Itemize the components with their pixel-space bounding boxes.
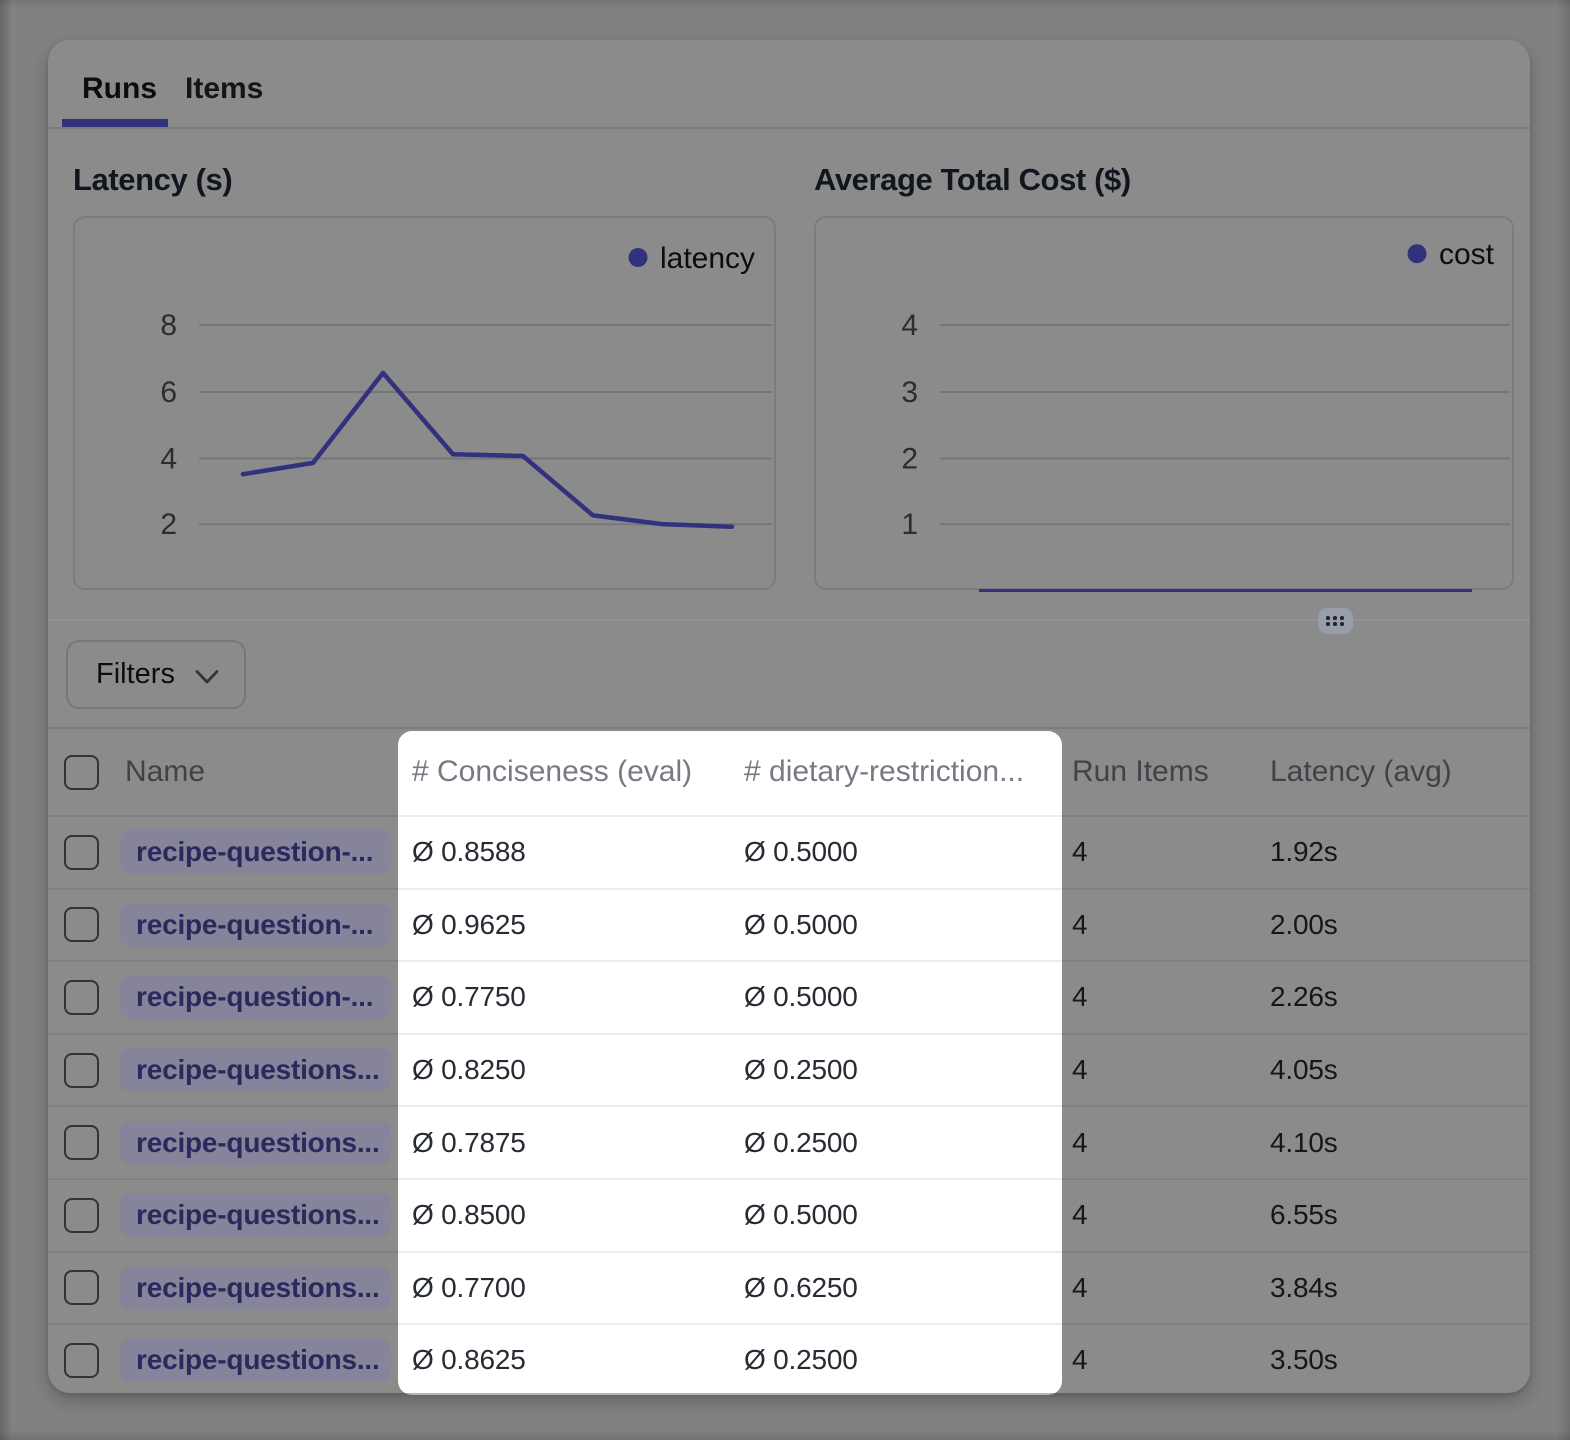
svg-text:2: 2 — [901, 443, 918, 476]
svg-text:latency: latency — [660, 242, 755, 275]
svg-text:3: 3 — [901, 376, 918, 409]
svg-text:2: 2 — [160, 508, 177, 541]
svg-text:cost: cost — [1439, 238, 1495, 271]
svg-text:6: 6 — [160, 376, 177, 409]
svg-text:8: 8 — [160, 309, 177, 342]
svg-text:4: 4 — [901, 309, 918, 342]
svg-text:4: 4 — [160, 443, 177, 476]
svg-text:1: 1 — [901, 508, 918, 541]
